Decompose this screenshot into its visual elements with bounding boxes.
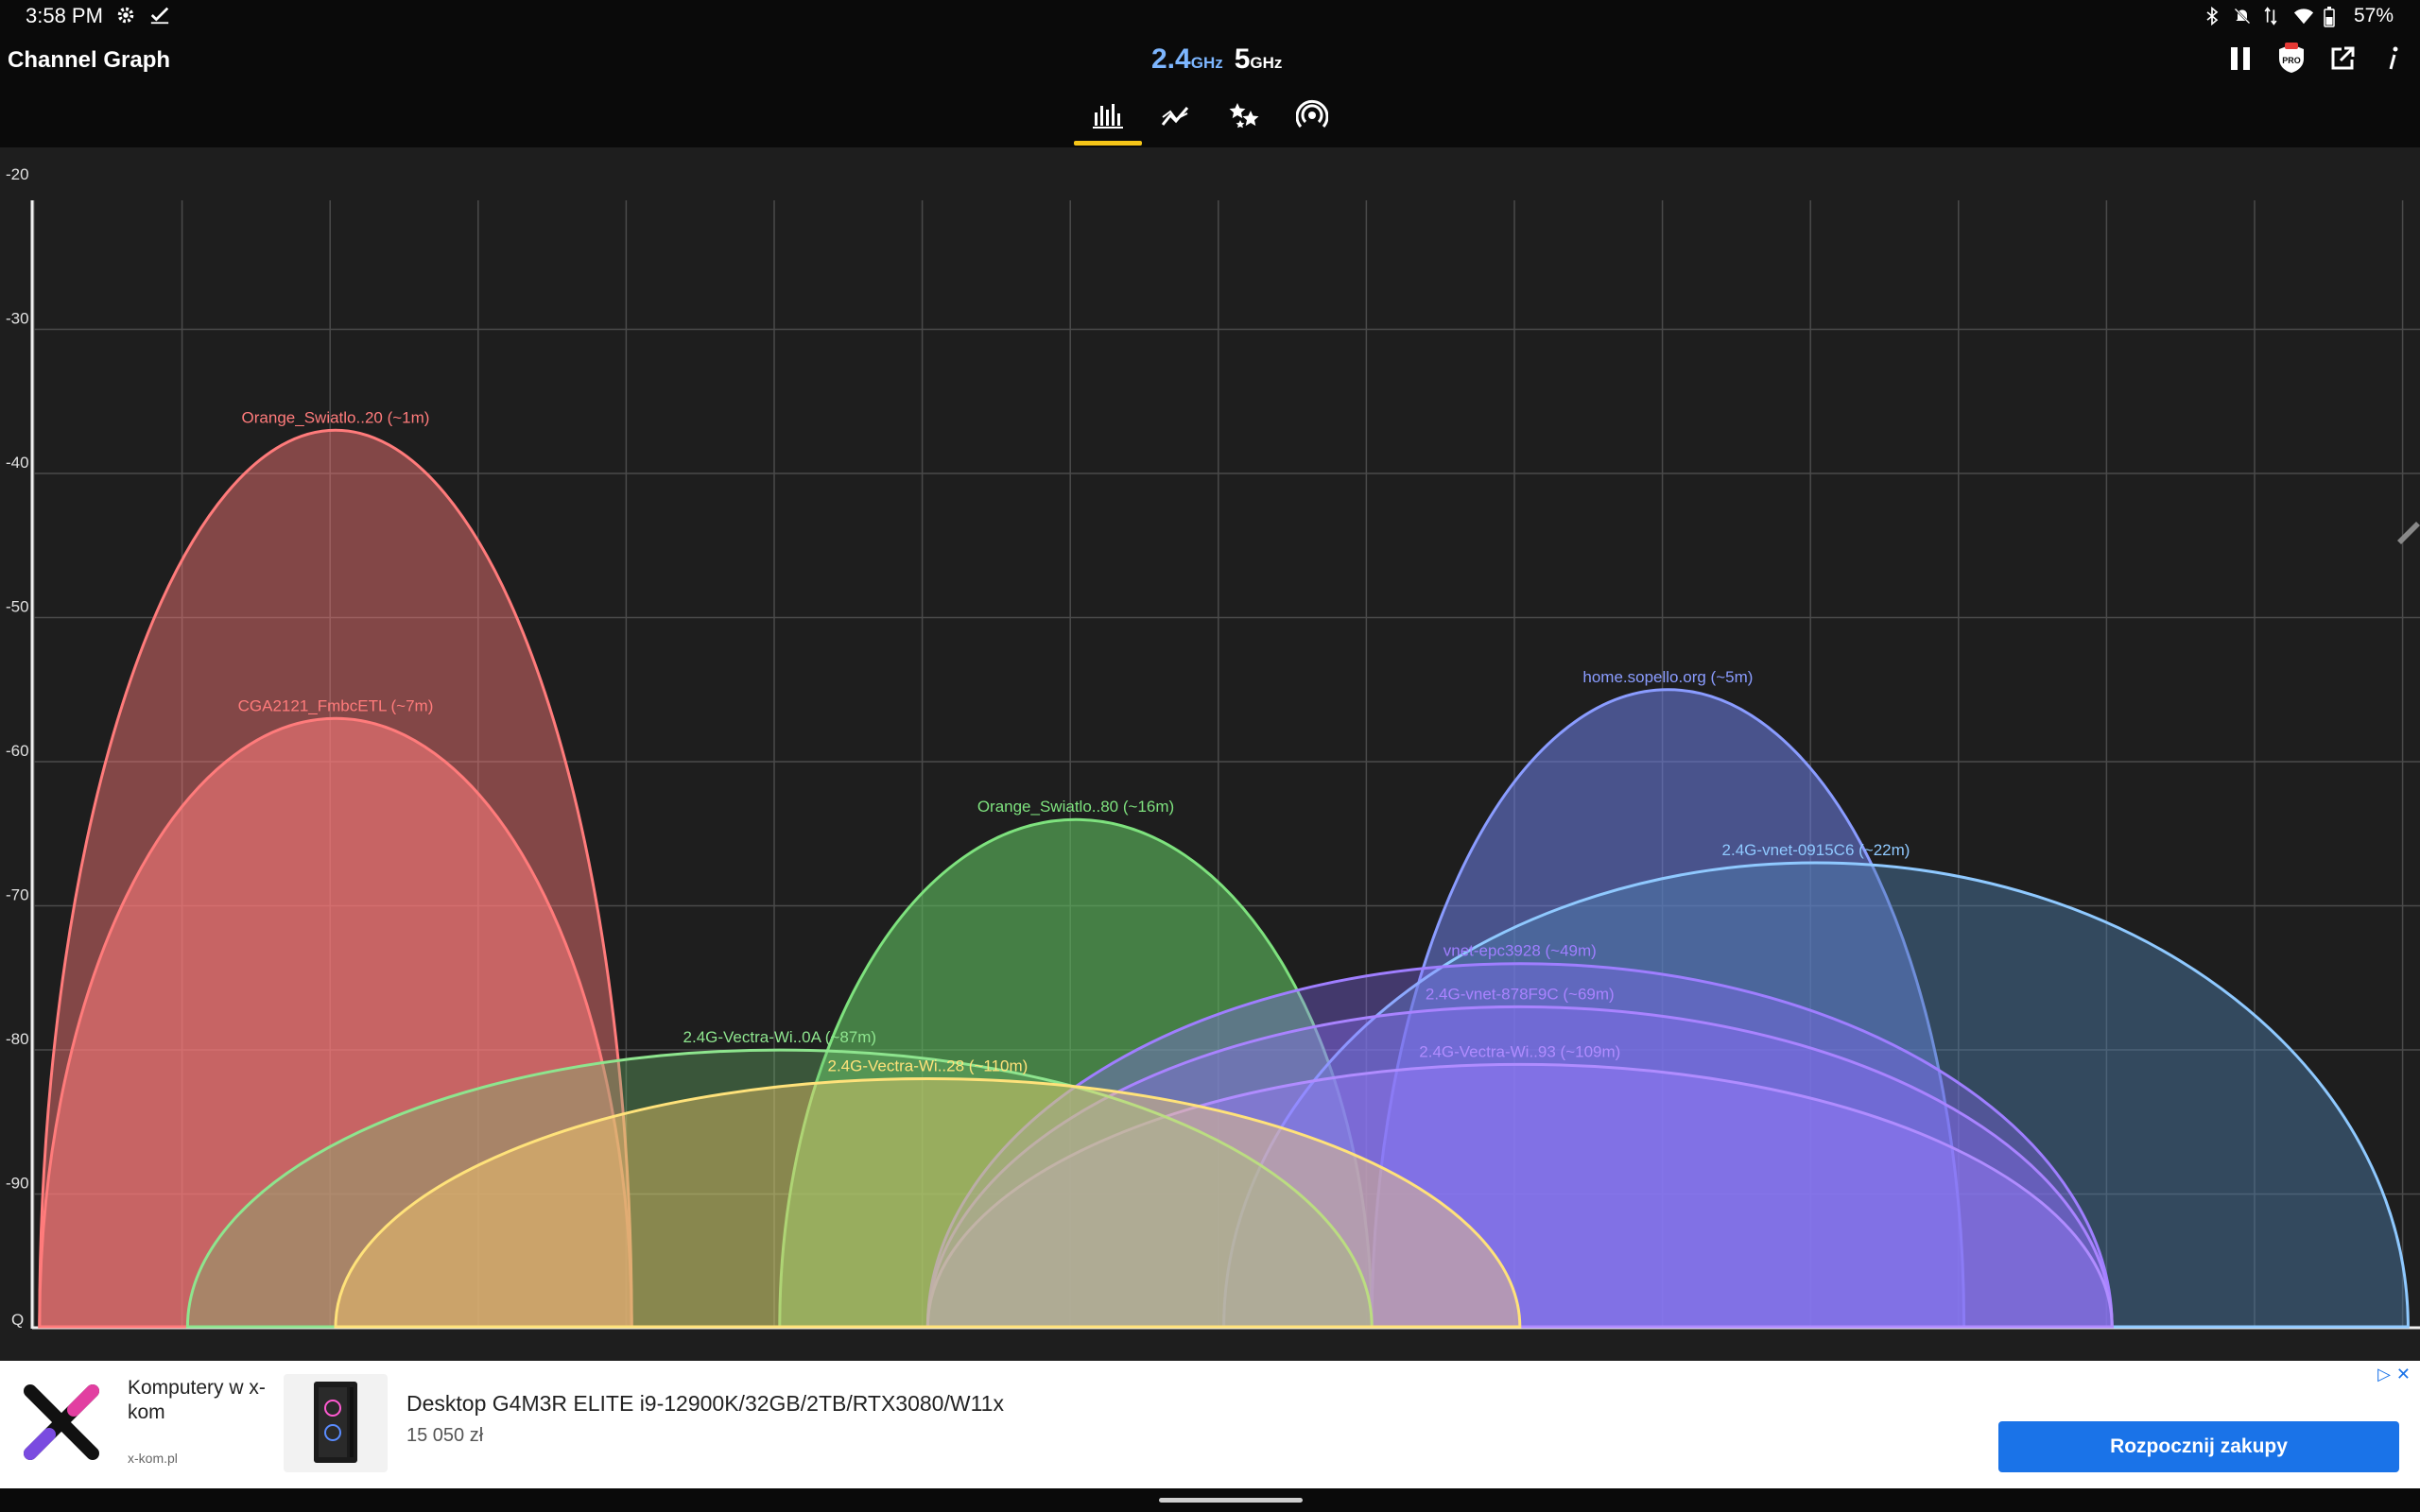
- band-5ghz-button[interactable]: 5GHz: [1235, 43, 1283, 76]
- shop-now-button[interactable]: Rozpocznij zakupy: [1998, 1421, 2399, 1472]
- signal-icon: [1295, 99, 1329, 136]
- y-tick-label: -20: [6, 165, 29, 183]
- app-bar: Channel Graph 2.4GHz 5GHz PRO: [0, 34, 2420, 147]
- network-label[interactable]: 2.4G-vnet-878F9C (~69m): [1426, 985, 1615, 1003]
- stars-icon: [1228, 101, 1260, 134]
- view-tabs: [1074, 89, 1346, 146]
- network-label[interactable]: home.sopello.org (~5m): [1582, 668, 1753, 686]
- network-label[interactable]: Orange_Swiatlo..80 (~16m): [977, 798, 1174, 816]
- status-time: 3:58 PM: [26, 4, 103, 27]
- channel-graph[interactable]: -20 -30 -40 -50 -60 -70 -80 -90 Q Orange_Swiatlo.…: [0, 147, 2420, 1361]
- gear-icon: [115, 5, 136, 30]
- ad-choices[interactable]: ▷ ✕: [2377, 1365, 2411, 1384]
- y-tick-label: -90: [6, 1175, 29, 1193]
- ad-choices-icon[interactable]: ▷: [2377, 1365, 2391, 1384]
- network-label[interactable]: 2.4G-Vectra-Wi..28 (~110m): [828, 1057, 1028, 1075]
- bar-chart-icon: [1092, 101, 1124, 134]
- gesture-nav-bar: [0, 1488, 2420, 1512]
- svg-text:PRO: PRO: [2282, 56, 2301, 65]
- y-tick-label: Q: [11, 1311, 24, 1329]
- network-label[interactable]: vnet-epc3928 (~49m): [1443, 942, 1597, 960]
- channel-graph-svg: -20 -30 -40 -50 -60 -70 -80 -90 Q Orange_Swiatlo.…: [6, 165, 2420, 1330]
- product-image[interactable]: [284, 1374, 388, 1472]
- status-bar: 3:58 PM 57%: [0, 0, 2420, 34]
- bluetooth-icon: [2203, 6, 2221, 26]
- network-label[interactable]: Orange_Swiatlo..20 (~1m): [242, 408, 430, 426]
- network-label[interactable]: CGA2121_FmbcETL (~7m): [238, 696, 434, 714]
- ad-price: 15 050 zł: [406, 1425, 484, 1446]
- band-24ghz-button[interactable]: 2.4GHz: [1151, 43, 1223, 76]
- home-gesture-handle[interactable]: [1159, 1498, 1303, 1503]
- pause-icon[interactable]: [2225, 43, 2256, 74]
- ad-brand[interactable]: Komputery w x-kom: [128, 1376, 269, 1425]
- ad-domain: x-kom.pl: [128, 1451, 178, 1466]
- ad-banner[interactable]: Komputery w x-kom x-kom.pl Desktop G4M3R…: [0, 1361, 2420, 1488]
- xkom-logo-icon[interactable]: [21, 1382, 106, 1467]
- trend-icon: [1161, 102, 1191, 133]
- mute-icon: [2233, 7, 2252, 26]
- y-tick-label: -50: [6, 598, 29, 616]
- network-label[interactable]: 2.4G-Vectra-Wi..93 (~109m): [1419, 1042, 1620, 1060]
- wifi-icon: [2293, 7, 2314, 26]
- tab-time-graph[interactable]: [1142, 89, 1210, 146]
- info-icon[interactable]: [2378, 43, 2409, 74]
- y-tick-label: -80: [6, 1030, 29, 1048]
- battery-percent: 57%: [2353, 5, 2394, 26]
- open-external-icon[interactable]: [2327, 43, 2358, 74]
- page-title: Channel Graph: [8, 47, 171, 73]
- data-arrows-icon: [2263, 7, 2282, 26]
- check-icon: [149, 5, 170, 30]
- network-label[interactable]: 2.4G-vnet-0915C6 (~22m): [1722, 841, 1910, 859]
- ad-title[interactable]: Desktop G4M3R ELITE i9-12900K/32GB/2TB/R…: [406, 1391, 1004, 1417]
- edge-handle-icon[interactable]: [2397, 522, 2420, 544]
- tab-channel-rating[interactable]: [1210, 89, 1278, 146]
- band-switch: 2.4GHz 5GHz: [1151, 43, 1282, 76]
- y-tick-label: -60: [6, 742, 29, 760]
- pro-badge-icon[interactable]: PRO: [2276, 43, 2307, 74]
- battery-icon: [2324, 7, 2342, 27]
- y-tick-label: -70: [6, 886, 29, 904]
- ad-close-icon[interactable]: ✕: [2396, 1365, 2411, 1384]
- ad-product-card[interactable]: Desktop G4M3R ELITE i9-12900K/32GB/2TB/R…: [284, 1370, 1985, 1478]
- tab-channel-graph[interactable]: [1074, 89, 1142, 146]
- y-tick-label: -30: [6, 310, 29, 328]
- tab-access-points[interactable]: [1278, 89, 1346, 146]
- y-tick-label: -40: [6, 454, 29, 472]
- network-label[interactable]: 2.4G-Vectra-Wi..0A (~87m): [683, 1028, 877, 1046]
